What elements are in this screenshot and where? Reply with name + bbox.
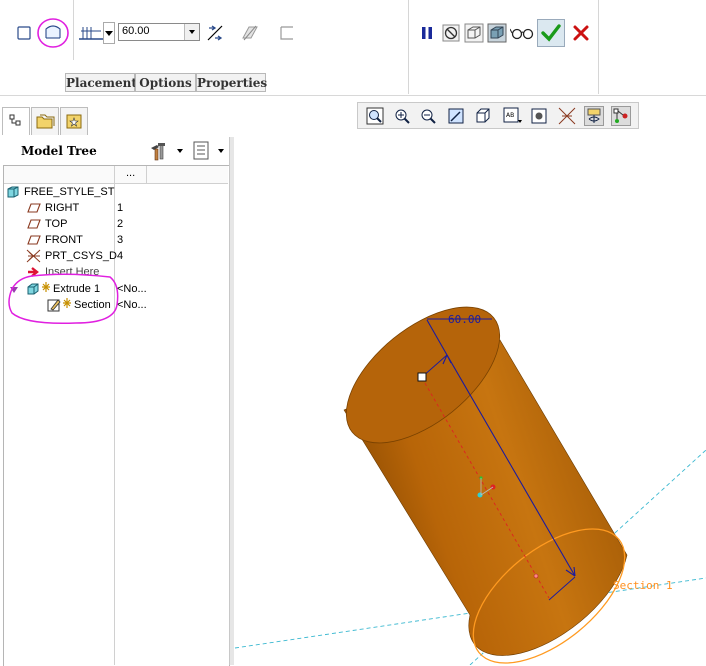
- csys-icon: [26, 249, 41, 263]
- tree-row-number: 4: [117, 250, 124, 262]
- section-point: [533, 573, 539, 579]
- tree-row-top[interactable]: TOP 2: [0, 216, 228, 232]
- svg-text:AB: AB: [506, 112, 514, 119]
- datum-plane-icon: [27, 233, 41, 247]
- zoom-in-icon[interactable]: [392, 106, 412, 126]
- attached-preview-icon[interactable]: [463, 22, 485, 44]
- tree-column-label: ...: [126, 167, 136, 179]
- saved-views-icon[interactable]: [474, 106, 494, 126]
- separator: [598, 0, 599, 94]
- tree-column-header: ...: [4, 166, 228, 184]
- tree-row-label: FREE_STYLE_ST: [24, 186, 115, 198]
- depth-drag-handle[interactable]: [417, 372, 427, 382]
- graphics-viewport[interactable]: 60.00 Section 1: [233, 132, 706, 665]
- repaint-icon[interactable]: [446, 106, 466, 126]
- separator: [73, 0, 74, 60]
- tab-properties[interactable]: Properties: [196, 73, 268, 92]
- tab-favorites[interactable]: [60, 107, 88, 135]
- dimension-value-label[interactable]: 60.00: [448, 313, 481, 326]
- show-options-button[interactable]: [192, 140, 228, 162]
- separator: [408, 0, 409, 94]
- datum-plane-icon: [27, 201, 41, 215]
- column-divider[interactable]: [146, 166, 147, 183]
- tree-row-label: RIGHT: [45, 202, 80, 214]
- tree-row-label: PRT_CSYS_D: [45, 250, 117, 262]
- depth-option-dropdown[interactable]: [103, 22, 115, 44]
- depth-value-dropdown[interactable]: [184, 24, 199, 40]
- refit-icon[interactable]: [365, 106, 385, 126]
- section-label: Section 1: [613, 579, 673, 592]
- tree-row-label: TOP: [45, 218, 68, 230]
- extrude-surface-icon[interactable]: [37, 18, 69, 48]
- tree-row-label: FRONT: [45, 234, 83, 246]
- extrude-dashboard: 60.00 Placement Options Properties: [0, 0, 706, 96]
- navigator-tabs: [0, 107, 232, 138]
- pause-icon[interactable]: [416, 22, 438, 44]
- datum-plane-icon: [27, 217, 41, 231]
- csys-display-icon[interactable]: [611, 106, 631, 126]
- graphics-toolbar: AB: [357, 102, 639, 129]
- tree-row-status: <No...: [117, 283, 147, 295]
- highlight-annotation: [8, 273, 119, 325]
- tree-settings-button[interactable]: [148, 140, 184, 162]
- datum-display-icon[interactable]: [557, 106, 577, 126]
- model-tree-title: Model Tree: [21, 144, 97, 158]
- tree-row-right[interactable]: RIGHT 1: [0, 200, 228, 216]
- tree-row-number: 1: [117, 202, 124, 214]
- extrude-solid-icon[interactable]: [13, 22, 35, 44]
- tree-row-part[interactable]: FREE_STYLE_ST: [0, 184, 228, 200]
- tab-options[interactable]: Options: [135, 73, 196, 92]
- tab-placement[interactable]: Placement: [65, 73, 137, 92]
- csys-origin-icon: [477, 492, 483, 498]
- depth-value-field[interactable]: 60.00: [118, 23, 200, 41]
- flip-direction-icon[interactable]: [204, 22, 226, 44]
- no-preview-icon[interactable]: [440, 22, 462, 44]
- tab-folder-browser[interactable]: [31, 107, 59, 135]
- accept-button[interactable]: [537, 19, 565, 47]
- tab-model-tree[interactable]: [2, 107, 30, 135]
- tree-row-number: 3: [117, 234, 124, 246]
- tab-placement-label: Placement: [66, 76, 137, 90]
- geometry-preview-icon[interactable]: [486, 22, 508, 44]
- tree-row-number: 2: [117, 218, 124, 230]
- verify-mode-icon[interactable]: [510, 22, 536, 44]
- view-manager-icon[interactable]: AB: [501, 106, 522, 126]
- depth-option-icon[interactable]: [77, 22, 105, 44]
- display-style-icon[interactable]: [529, 106, 549, 126]
- remove-material-icon[interactable]: [239, 22, 261, 44]
- tree-row-csys[interactable]: PRT_CSYS_D 4: [0, 248, 228, 264]
- tab-options-label: Options: [139, 76, 192, 90]
- tab-properties-label: Properties: [197, 76, 268, 90]
- cancel-button[interactable]: [570, 22, 592, 44]
- part-icon: [6, 185, 20, 199]
- thicken-sketch-icon[interactable]: [276, 22, 298, 44]
- depth-value-text: 60.00: [122, 25, 150, 37]
- tree-row-status: <No...: [117, 299, 147, 311]
- tree-row-front[interactable]: FRONT 3: [0, 232, 228, 248]
- zoom-out-icon[interactable]: [418, 106, 438, 126]
- spin-center-icon[interactable]: [584, 106, 604, 126]
